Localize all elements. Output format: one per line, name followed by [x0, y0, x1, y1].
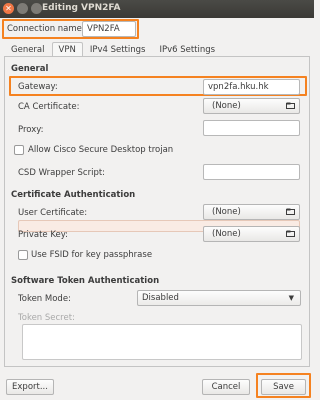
- file-chooser-icon: [286, 208, 295, 215]
- tab-vpn[interactable]: VPN: [51, 42, 83, 57]
- proxy-input[interactable]: [203, 120, 300, 136]
- file-chooser-icon: [286, 102, 295, 109]
- ca-certificate-button[interactable]: (None): [203, 98, 300, 114]
- private-key-label: Private Key:: [18, 230, 68, 240]
- gateway-input[interactable]: vpn2fa.hku.hk: [203, 79, 300, 95]
- general-header: General: [11, 64, 49, 74]
- tab-bar: General VPN IPv4 Settings IPv6 Settings: [4, 42, 222, 57]
- token-mode-select[interactable]: Disabled ▼: [137, 290, 301, 306]
- close-icon: ✕: [5, 3, 12, 13]
- minimize-window-button[interactable]: [17, 3, 28, 14]
- csd-wrapper-label: CSD Wrapper Script:: [18, 168, 106, 178]
- private-key-button[interactable]: (None): [203, 226, 300, 242]
- user-certificate-label: User Certificate:: [18, 208, 88, 218]
- user-certificate-button[interactable]: (None): [203, 204, 300, 220]
- title-bar: ✕ Editing VPN2FA: [0, 0, 314, 18]
- file-chooser-icon: [286, 230, 295, 237]
- csd-checkbox[interactable]: [14, 145, 24, 155]
- proxy-label: Proxy:: [18, 125, 44, 135]
- certificate-header: Certificate Authentication: [11, 190, 136, 200]
- token-mode-value: Disabled: [142, 293, 179, 303]
- fsid-checkbox[interactable]: [18, 250, 28, 260]
- user-certificate-value: (None): [212, 207, 241, 217]
- ca-certificate-value: (None): [212, 101, 241, 111]
- maximize-window-button[interactable]: [31, 3, 42, 14]
- chevron-down-icon: ▼: [288, 294, 294, 302]
- save-button[interactable]: Save: [261, 379, 306, 395]
- csd-label: Allow Cisco Secure Desktop trojan: [28, 145, 174, 155]
- close-window-button[interactable]: ✕: [3, 3, 14, 14]
- tab-ipv4-settings[interactable]: IPv4 Settings: [83, 42, 153, 57]
- private-key-value: (None): [212, 229, 241, 239]
- tab-general[interactable]: General: [4, 42, 52, 57]
- connection-name-input[interactable]: VPN2FA: [82, 21, 136, 37]
- token-header: Software Token Authentication: [11, 276, 160, 286]
- connection-name-label: Connection name:: [7, 24, 85, 34]
- cancel-button[interactable]: Cancel: [202, 379, 250, 395]
- ca-certificate-label: CA Certificate:: [18, 102, 80, 112]
- gateway-label: Gateway:: [18, 82, 58, 92]
- token-secret-label: Token Secret:: [18, 313, 75, 323]
- fsid-label: Use FSID for key passphrase: [31, 250, 153, 260]
- window-title: Editing VPN2FA: [42, 3, 121, 13]
- csd-wrapper-input[interactable]: [203, 164, 300, 180]
- token-secret-input[interactable]: [22, 324, 302, 360]
- tab-ipv6-settings[interactable]: IPv6 Settings: [152, 42, 222, 57]
- token-mode-label: Token Mode:: [18, 294, 71, 304]
- export-button[interactable]: Export...: [6, 379, 54, 395]
